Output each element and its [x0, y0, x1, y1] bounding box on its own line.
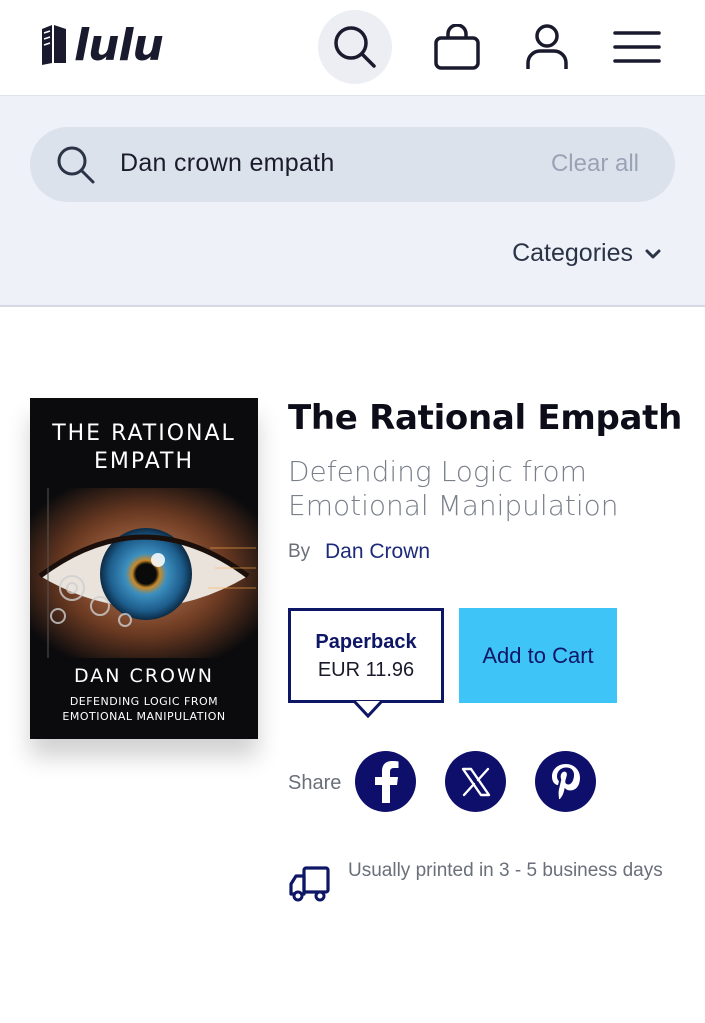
share-facebook-button[interactable] [355, 751, 416, 812]
format-label: Paperback [315, 631, 417, 653]
user-icon [526, 24, 568, 69]
search-panel: Dan crown empath Clear all Categories [0, 95, 705, 307]
book-cover-image[interactable]: THE RATIONAL EMPATH DAN CROWN DEFENDING … [30, 398, 258, 739]
format-option-paperback[interactable]: Paperback EUR 11.96 [288, 608, 444, 703]
book-title: The Rational Empath [288, 398, 683, 438]
book-logo-icon [42, 25, 66, 65]
header-search-button[interactable] [318, 10, 392, 84]
facebook-icon [374, 760, 398, 803]
menu-button[interactable] [600, 10, 674, 84]
search-icon [57, 146, 95, 184]
book-subtitle: Defending Logic from Emotional Manipulat… [288, 455, 619, 522]
lulu-logo[interactable]: lulu [38, 18, 164, 72]
chevron-down-icon [645, 249, 661, 258]
by-label: By [288, 541, 311, 562]
delivery-truck-icon [289, 866, 330, 902]
shopping-bag-icon [434, 24, 480, 70]
cover-author: DAN CROWN [74, 665, 214, 687]
share-pinterest-button[interactable] [535, 751, 596, 812]
cover-subtitle: DEFENDING LOGIC FROM EMOTIONAL MANIPULAT… [62, 695, 226, 723]
search-query-text[interactable]: Dan crown empath [120, 149, 335, 178]
clear-all-button[interactable]: Clear all [551, 150, 639, 178]
pinterest-icon [551, 763, 580, 799]
author-link[interactable]: Dan Crown [325, 540, 430, 564]
categories-dropdown[interactable]: Categories [512, 239, 661, 268]
account-button[interactable] [510, 10, 584, 84]
search-input[interactable]: Dan crown empath Clear all [30, 127, 675, 202]
share-label: Share [288, 772, 342, 794]
format-price: EUR 11.96 [317, 659, 415, 681]
categories-label: Categories [512, 239, 633, 267]
add-to-cart-button[interactable]: Add to Cart [459, 608, 617, 703]
hamburger-menu-icon [613, 31, 661, 63]
cover-title: THE RATIONAL EMPATH [52, 421, 236, 474]
share-x-button[interactable] [445, 751, 506, 812]
shipping-estimate: Usually printed in 3 - 5 business days [348, 860, 663, 881]
eye-illustration [30, 488, 258, 658]
selected-pointer-icon [354, 701, 382, 719]
cart-button[interactable] [420, 10, 494, 84]
site-header: lulu [0, 0, 705, 95]
logo-text: lulu [74, 19, 164, 71]
x-icon [461, 767, 490, 796]
search-icon [334, 26, 376, 68]
